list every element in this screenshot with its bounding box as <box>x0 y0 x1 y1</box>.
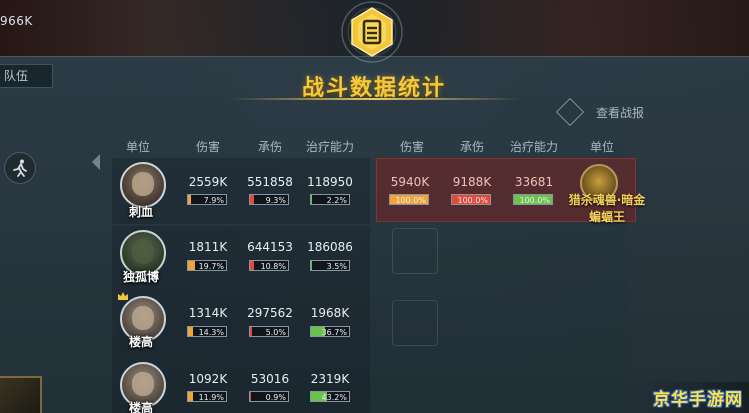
taken-percent-label: 100.0% <box>457 196 488 205</box>
view-battle-report-button[interactable]: 查看战报 <box>555 97 690 127</box>
site-watermark: 京华手游网 <box>640 382 749 413</box>
skill-slot-frame[interactable] <box>0 376 42 413</box>
watermark-text: 京华手游网 <box>653 390 743 410</box>
damage-percent-label: 19.7% <box>198 262 224 271</box>
damage-bar-fill <box>188 392 193 401</box>
heal-value: 186086 <box>307 240 353 254</box>
damage-bar-fill <box>188 261 196 270</box>
hero-name: 楼高 <box>128 401 153 413</box>
taken-value: 297562 <box>247 306 293 320</box>
taken-bar-fill <box>250 261 255 270</box>
taken-bar-fill <box>250 195 254 204</box>
enemy-heal-percent-bar: 100.0% <box>513 194 553 205</box>
heal-value: 118950 <box>307 175 353 189</box>
taken-percent-label: 9.3% <box>265 196 286 205</box>
title-underline <box>230 98 520 100</box>
enemy-name: 猎杀魂兽·暗金 蝙蝠王 <box>560 192 654 226</box>
damage-bar-fill <box>188 195 191 204</box>
left-col-heal: 治疗能力 <box>305 140 354 154</box>
auto-run-button[interactable] <box>4 152 36 184</box>
taken-value: 551858 <box>247 175 293 189</box>
hero-name: 独孤博 <box>122 270 159 284</box>
hero-portrait <box>132 306 154 330</box>
damage-percent-label: 14.3% <box>198 328 224 337</box>
heal-percent-bar: 43.2% <box>310 391 350 402</box>
left-arrow-icon[interactable] <box>92 154 100 170</box>
taken-percent-label: 5.0% <box>265 328 286 337</box>
heal-percent-label: 3.5% <box>326 262 347 271</box>
taken-value: 644153 <box>247 240 293 254</box>
enemy-taken-percent-bar: 100.0% <box>451 194 491 205</box>
taken-percent-bar: 9.3% <box>249 194 289 205</box>
heal-percent-bar: 3.5% <box>310 260 350 271</box>
damage-value: 2559K <box>188 175 228 189</box>
hero-name: 刺血 <box>128 205 153 219</box>
heal-percent-label: 43.2% <box>321 393 347 402</box>
taken-percent-bar: 10.8% <box>249 260 289 271</box>
view-battle-report-label: 查看战报 <box>596 105 645 120</box>
heal-percent-label: 100.0% <box>519 196 550 205</box>
damage-value: 1092K <box>188 372 228 386</box>
hero-portrait <box>132 372 154 396</box>
hero-portrait <box>132 172 154 196</box>
enemy-name-line2: 蝙蝠王 <box>588 210 625 224</box>
heal-percent-label: 2.2% <box>326 196 347 205</box>
taken-percent-label: 0.9% <box>265 393 286 402</box>
running-man-icon <box>13 159 27 177</box>
heal-percent-bar: 2.2% <box>310 194 350 205</box>
damage-percent-bar: 11.9% <box>187 391 227 402</box>
left-col-damage: 伤害 <box>195 140 220 154</box>
enemy-name-line1: 猎杀魂兽·暗金 <box>568 193 646 207</box>
damage-percent-label: 100.0% <box>395 196 426 205</box>
taken-percent-bar: 5.0% <box>249 326 289 337</box>
damage-bar-fill <box>188 327 194 336</box>
heal-percent-bar: 36.7% <box>310 326 350 337</box>
taken-percent-bar: 0.9% <box>249 391 289 402</box>
battle-stats-screen: 966K 队伍 战斗数据统计 查看战报 单位 伤害 承伤 治疗能力 伤害 承伤 … <box>0 0 749 413</box>
enemy-heal-value: 33681 <box>514 175 554 189</box>
left-col-unit: 单位 <box>125 140 150 154</box>
team-power-value: 966K <box>0 14 33 28</box>
heal-bar-fill <box>311 261 313 270</box>
empty-unit-slot <box>392 228 438 274</box>
crown-icon <box>118 292 128 300</box>
enemy-damage-value: 5940K <box>390 175 430 189</box>
taken-bar-fill <box>250 327 252 336</box>
heal-percent-label: 36.7% <box>321 328 347 337</box>
hero-portrait <box>132 240 154 264</box>
damage-percent-bar: 14.3% <box>187 326 227 337</box>
report-diamond-icon <box>555 97 585 127</box>
empty-unit-slot <box>392 300 438 346</box>
damage-percent-bar: 7.9% <box>187 194 227 205</box>
taken-percent-label: 10.8% <box>260 262 286 271</box>
left-col-taken: 承伤 <box>257 140 282 154</box>
heal-value: 1968K <box>310 306 350 320</box>
battle-emblem-icon <box>341 1 403 63</box>
heal-value: 2319K <box>310 372 350 386</box>
damage-percent-label: 7.9% <box>203 196 224 205</box>
damage-value: 1811K <box>188 240 228 254</box>
right-col-damage: 伤害 <box>399 140 424 154</box>
damage-percent-bar: 19.7% <box>187 260 227 271</box>
team-button[interactable]: 队伍 <box>0 64 53 88</box>
right-col-heal: 治疗能力 <box>509 140 558 154</box>
right-col-taken: 承伤 <box>459 140 484 154</box>
right-col-unit: 单位 <box>589 140 614 154</box>
damage-value: 1314K <box>188 306 228 320</box>
hero-name: 楼高 <box>128 335 153 349</box>
damage-percent-label: 11.9% <box>198 393 224 402</box>
hero-avatar[interactable] <box>120 162 166 208</box>
enemy-taken-value: 9188K <box>452 175 492 189</box>
taken-value: 53016 <box>250 372 290 386</box>
enemy-damage-percent-bar: 100.0% <box>389 194 429 205</box>
heal-bar-fill <box>311 195 312 204</box>
